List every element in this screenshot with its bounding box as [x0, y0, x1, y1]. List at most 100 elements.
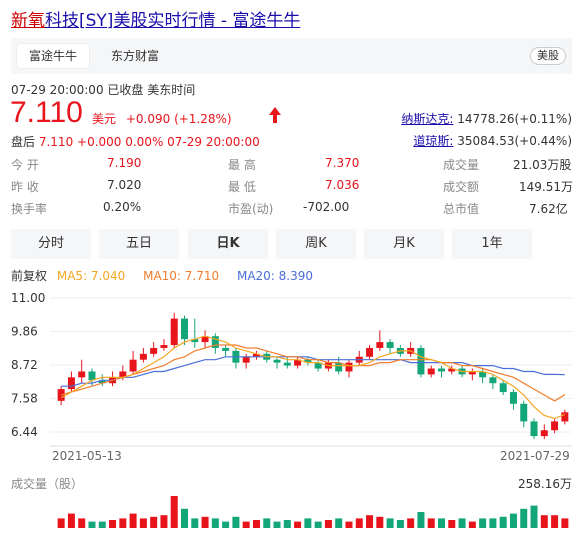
volume-bar [530, 505, 538, 528]
candle-body [273, 359, 281, 363]
volume-bar [540, 515, 548, 528]
candle-body [530, 421, 538, 437]
candle-body [489, 377, 497, 384]
after-hours-value: 7.110 +0.000 0.00% 07-29 20:00:00 [38, 135, 260, 149]
volume-bar [88, 521, 96, 528]
y-tick-label: 9.86 [11, 325, 38, 339]
candle-body [129, 359, 137, 372]
volume-bar [232, 516, 240, 528]
volume-bar [448, 520, 456, 528]
candle-body [170, 318, 178, 346]
stat-value: -702.00 [303, 200, 350, 214]
volume-bar [489, 518, 497, 528]
stat-label: 总市值 [443, 202, 480, 216]
tab-futu[interactable]: 富途牛牛 [17, 44, 90, 68]
period-intraday-button[interactable]: 分时 [11, 229, 91, 259]
stat-label: 最 高 [228, 158, 256, 172]
period-1year-button[interactable]: 1年 [452, 229, 532, 259]
candle-body [551, 421, 559, 431]
y-tick-label: 7.58 [11, 392, 38, 406]
volume-bar [561, 518, 569, 528]
stat-label: 今 开 [11, 158, 39, 172]
candle-body [222, 347, 230, 351]
volume-bar [283, 520, 291, 528]
candle-body [499, 383, 507, 393]
ma10-legend: MA10: 7.710 [143, 269, 220, 283]
ma20-legend: MA20: 8.390 [236, 269, 314, 283]
volume-bar [252, 520, 260, 528]
x-tick-label: 2021-05-13 [52, 449, 122, 463]
y-tick-label: 11.00 [11, 291, 45, 305]
period-weekly-button[interactable]: 周K [276, 229, 356, 259]
volume-bar [366, 515, 374, 528]
volume-bar [139, 518, 147, 528]
candle-body [78, 371, 86, 378]
adjust-label: 前复权 [11, 269, 48, 283]
volume-bar [314, 521, 322, 528]
up-arrow-icon [269, 107, 281, 123]
candle-body [438, 368, 445, 372]
candle-body [88, 371, 96, 381]
volume-bar [211, 518, 219, 528]
volume-bar [386, 518, 394, 528]
index-nasdaq-value: 14778.26(+0.11%) [457, 112, 572, 126]
candle-body [417, 347, 425, 375]
ma-legend: 前复权 MA5: 7.040 MA10: 7.710 MA20: 8.390 [11, 267, 313, 284]
volume-bar [376, 516, 384, 528]
volume-bar [417, 512, 425, 528]
candle-body [540, 430, 548, 437]
stat-value: 7.370 [325, 156, 360, 170]
x-tick-label: 2021-07-29 [500, 449, 570, 463]
stat-value: 7.62亿 [529, 202, 568, 216]
volume-bar [324, 520, 332, 528]
candle-body [376, 342, 384, 348]
stats-grid: 今 开 7.190 最 高 7.370 成交量 21.03万股 昨 收 7.02… [11, 156, 573, 220]
index-dow-link[interactable]: 道琼斯: [413, 134, 453, 148]
volume-max: 258.16万 [518, 477, 572, 491]
volume-bar [427, 518, 435, 528]
volume-bar [181, 508, 188, 528]
page-title[interactable]: 新氧科技[SY]美股实时行情 - 富途牛牛 [11, 6, 300, 31]
title-highlight: 新氧 [11, 11, 45, 31]
candle-body [181, 318, 188, 340]
volume-bar [520, 508, 528, 528]
volume-bar [273, 521, 281, 528]
period-monthly-button[interactable]: 月K [364, 229, 444, 259]
volume-bar [263, 518, 271, 528]
y-tick-label: 8.72 [11, 358, 38, 372]
candle-body [335, 362, 343, 372]
index-nasdaq-link[interactable]: 纳斯达克: [401, 112, 453, 126]
volume-chart [57, 496, 569, 528]
source-tab-bar: 富途牛牛 东方财富 美股 [11, 38, 572, 74]
candle-body [160, 345, 168, 348]
stat-label: 换手率 [11, 202, 48, 216]
stat-value: 7.036 [325, 178, 360, 192]
index-dow-value: 35084.53(+0.44%) [457, 134, 572, 148]
volume-bar [201, 516, 209, 528]
after-hours: 盘后 7.110 +0.000 0.00% 07-29 20:00:00 [11, 133, 260, 150]
index-dow: 道琼斯: 35084.53(+0.44%) [413, 132, 572, 149]
candle-body [520, 403, 528, 422]
volume-bar [160, 515, 168, 528]
period-daily-button[interactable]: 日K [188, 229, 268, 259]
candle-body [242, 356, 250, 363]
volume-bar [242, 521, 250, 528]
stat-label: 市盈(动) [228, 202, 274, 216]
candle-body [345, 362, 353, 372]
volume-bar [335, 518, 343, 528]
tab-eastmoney[interactable]: 东方财富 [99, 44, 171, 68]
volume-bar [355, 518, 363, 528]
volume-label: 成交量（股） [11, 477, 84, 491]
volume-bar [407, 518, 415, 528]
period-5day-button[interactable]: 五日 [99, 229, 179, 259]
candle-body [283, 362, 291, 366]
candle-body [561, 412, 569, 422]
volume-bar [67, 513, 75, 528]
volume-bar [304, 518, 312, 528]
volume-bar [191, 518, 199, 528]
market-badge: 美股 [530, 47, 566, 65]
stat-label: 成交额 [443, 180, 480, 194]
index-nasdaq: 纳斯达克: 14778.26(+0.11%) [401, 110, 572, 127]
volume-bar [551, 515, 559, 528]
stat-value: 7.020 [107, 178, 142, 192]
